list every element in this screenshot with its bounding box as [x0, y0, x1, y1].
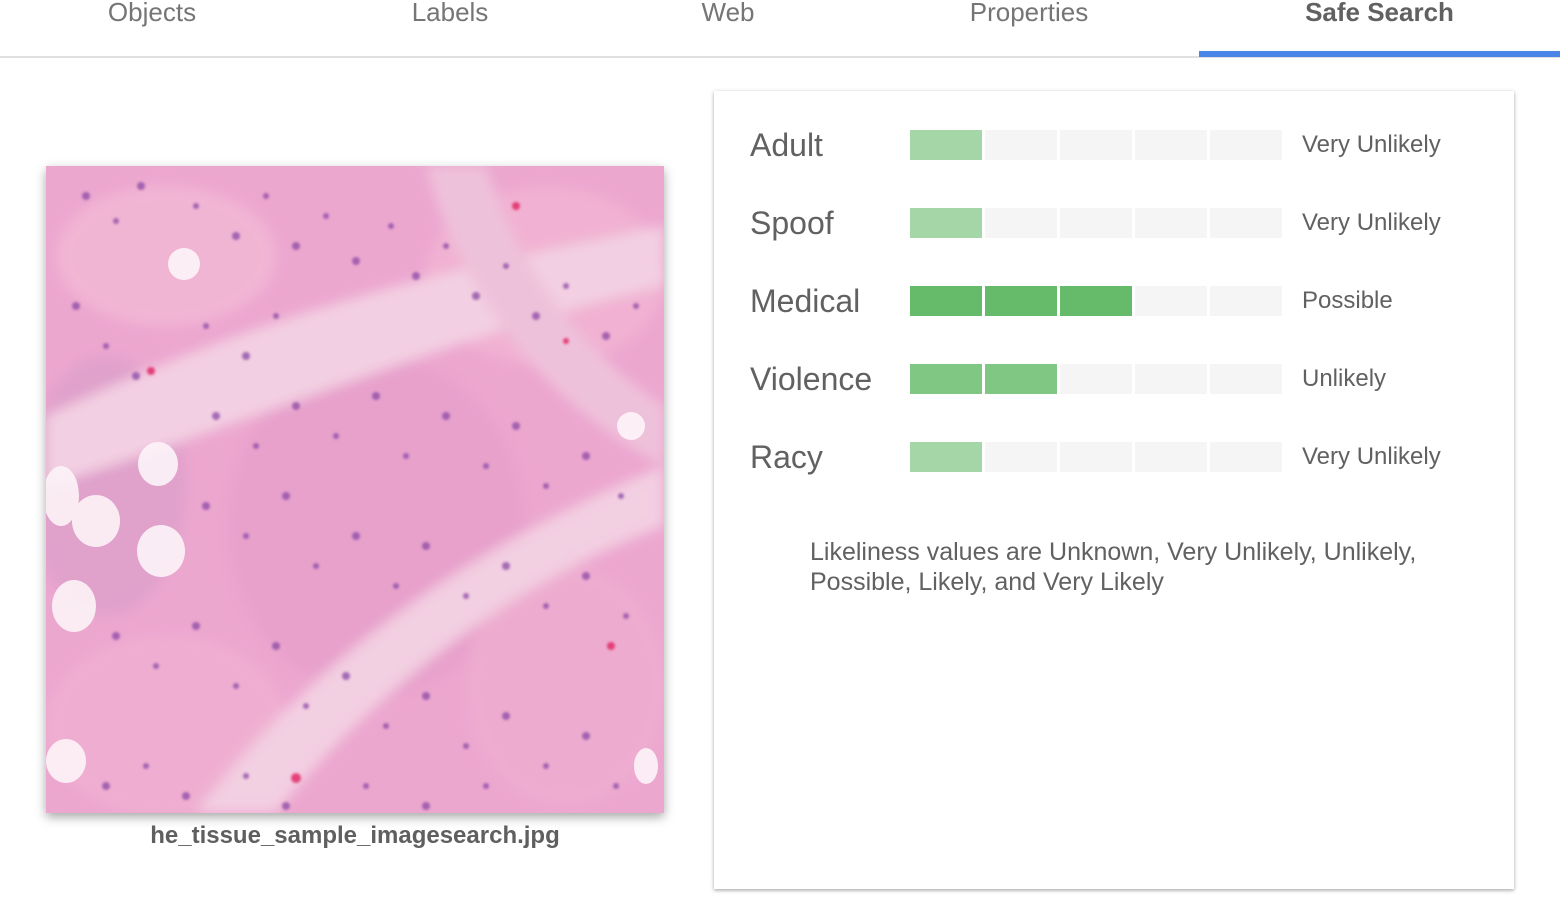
- tissue-sample-image: [46, 166, 664, 813]
- empty-segment: [985, 208, 1057, 238]
- filled-segment: [1060, 286, 1132, 316]
- tab-safe-search[interactable]: Safe Search: [1199, 0, 1560, 46]
- empty-segment: [985, 130, 1057, 160]
- likeliness-note: Likeliness values are Unknown, Very Unli…: [810, 538, 1417, 596]
- tab-labels[interactable]: Labels: [350, 0, 550, 46]
- empty-segment: [1210, 442, 1282, 472]
- row-value: Possible: [1302, 287, 1393, 314]
- analyzed-image: [46, 166, 664, 813]
- filled-segment: [985, 364, 1057, 394]
- row-value: Very Unlikely: [1302, 209, 1441, 236]
- filled-segment: [985, 286, 1057, 316]
- empty-segment: [1210, 130, 1282, 160]
- row-label: Medical: [750, 283, 861, 319]
- active-tab-indicator: [1199, 51, 1560, 57]
- filled-segment: [910, 130, 982, 160]
- row-value: Very Unlikely: [1302, 131, 1441, 158]
- safe-search-card: Adult Very Unlikely Spoof Very Unlikely …: [714, 91, 1514, 889]
- safe-search-row-medical: Medical Possible: [714, 281, 1514, 321]
- row-label: Spoof: [750, 205, 834, 241]
- empty-segment: [1210, 286, 1282, 316]
- tab-web[interactable]: Web: [628, 0, 828, 46]
- safe-search-row-adult: Adult Very Unlikely: [714, 125, 1514, 165]
- image-filename: he_tissue_sample_imagesearch.jpg: [150, 822, 560, 849]
- row-label: Racy: [750, 439, 823, 475]
- empty-segment: [1135, 286, 1207, 316]
- filled-segment: [910, 286, 982, 316]
- safe-search-row-racy: Racy Very Unlikely: [714, 437, 1514, 477]
- safe-search-row-spoof: Spoof Very Unlikely: [714, 203, 1514, 243]
- filled-segment: [910, 364, 982, 394]
- empty-segment: [1060, 208, 1132, 238]
- tab-properties[interactable]: Properties: [929, 0, 1129, 46]
- empty-segment: [1060, 130, 1132, 160]
- row-value: Very Unlikely: [1302, 443, 1441, 470]
- row-label: Adult: [750, 127, 823, 163]
- row-label: Violence: [750, 361, 873, 397]
- empty-segment: [1210, 208, 1282, 238]
- tab-objects[interactable]: Objects: [52, 0, 252, 46]
- empty-segment: [1135, 364, 1207, 394]
- empty-segment: [1135, 442, 1207, 472]
- empty-segment: [1060, 364, 1132, 394]
- tab-bar: Objects Labels Web Properties Safe Searc…: [0, 0, 1560, 58]
- filled-segment: [910, 442, 982, 472]
- empty-segment: [1210, 364, 1282, 394]
- filled-segment: [910, 208, 982, 238]
- empty-segment: [1135, 130, 1207, 160]
- empty-segment: [1135, 208, 1207, 238]
- empty-segment: [1060, 442, 1132, 472]
- row-value: Unlikely: [1302, 365, 1387, 392]
- empty-segment: [985, 442, 1057, 472]
- safe-search-row-violence: Violence Unlikely: [714, 359, 1514, 399]
